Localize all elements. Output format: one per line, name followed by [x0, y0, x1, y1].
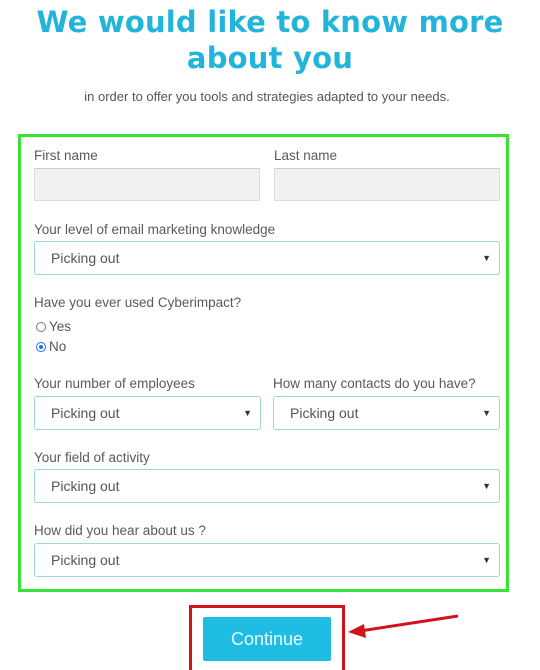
email-knowledge-select[interactable]: Picking out ▼ [34, 241, 500, 275]
radio-option-no[interactable]: No [36, 339, 66, 354]
field-of-activity-select[interactable]: Picking out ▼ [34, 469, 500, 503]
radio-no-label: No [49, 339, 67, 354]
radio-yes-label: Yes [49, 319, 72, 334]
field-of-activity-value: Picking out [51, 478, 120, 494]
contacts-label: How many contacts do you have? [273, 376, 476, 391]
chevron-down-icon: ▼ [482, 555, 491, 565]
heard-about-value: Picking out [51, 552, 120, 568]
page-title-line-2: about you [186, 41, 354, 75]
email-knowledge-value: Picking out [51, 250, 120, 266]
employees-label: Your number of employees [34, 376, 195, 391]
contacts-select[interactable]: Picking out ▼ [273, 396, 500, 430]
radio-checked-icon[interactable] [36, 341, 46, 352]
radio-unchecked-icon[interactable] [36, 321, 46, 332]
last-name-label: Last name [274, 148, 338, 163]
radio-option-yes[interactable]: Yes [36, 319, 71, 334]
arrow-annotation-icon [348, 614, 459, 638]
last-name-input[interactable] [274, 168, 500, 201]
heard-about-label: How did you hear about us ? [34, 523, 206, 538]
email-knowledge-label: Your level of email marketing knowledge [34, 222, 276, 237]
field-of-activity-label: Your field of activity [34, 450, 150, 465]
chevron-down-icon: ▼ [482, 408, 491, 418]
page-title: We would like to know more about you [0, 4, 540, 76]
page-subtitle: in order to offer you tools and strategi… [84, 89, 450, 104]
first-name-input[interactable] [34, 168, 260, 201]
page-title-line-1: We would like to know more [36, 5, 504, 39]
chevron-down-icon: ▼ [243, 408, 252, 418]
continue-button[interactable]: Continue [203, 617, 331, 661]
chevron-down-icon: ▼ [482, 481, 491, 491]
employees-value: Picking out [51, 405, 120, 421]
used-cyberimpact-label: Have you ever used Cyberimpact? [34, 295, 242, 310]
contacts-value: Picking out [290, 405, 359, 421]
employees-select[interactable]: Picking out ▼ [34, 396, 261, 430]
first-name-label: First name [34, 148, 98, 163]
heard-about-select[interactable]: Picking out ▼ [34, 543, 500, 577]
chevron-down-icon: ▼ [482, 253, 491, 263]
